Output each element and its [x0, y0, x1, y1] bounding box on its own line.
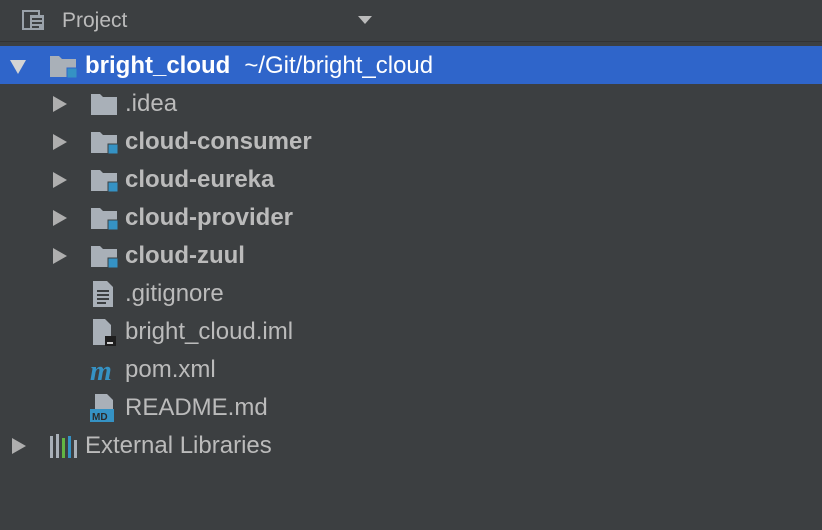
root-path: ~/Git/bright_cloud: [244, 52, 434, 79]
tree-label: .idea: [125, 90, 178, 117]
tree-item-idea[interactable]: .idea: [0, 84, 822, 122]
root-name: bright_cloud: [85, 52, 231, 79]
tree-label: cloud-zuul: [125, 242, 245, 269]
module-folder-icon: [91, 246, 119, 269]
svg-text:m: m: [90, 356, 112, 384]
tree-item-external-libraries[interactable]: External Libraries: [0, 426, 822, 464]
expand-right-arrow-icon[interactable]: [53, 96, 67, 112]
expand-right-arrow-icon[interactable]: [53, 248, 67, 264]
tree-label: .gitignore: [125, 280, 224, 307]
project-header[interactable]: Project: [0, 0, 822, 42]
tree-item-cloud-provider[interactable]: cloud-provider: [0, 198, 822, 236]
tree-item-cloud-zuul[interactable]: cloud-zuul: [0, 236, 822, 274]
expand-down-arrow-icon[interactable]: [10, 60, 26, 74]
expand-right-arrow-icon[interactable]: [12, 438, 26, 454]
expand-right-arrow-icon[interactable]: [53, 134, 67, 150]
tree-item-gitignore[interactable]: .gitignore: [0, 274, 822, 312]
tree-label: README.md: [125, 394, 268, 421]
tree-label: pom.xml: [125, 356, 216, 383]
module-folder-icon: [91, 170, 119, 193]
tree-item-cloud-consumer[interactable]: cloud-consumer: [0, 122, 822, 160]
project-title: Project: [62, 9, 128, 32]
project-tree: bright_cloud ~/Git/bright_cloud .idea clo…: [0, 46, 822, 464]
maven-icon: m: [90, 356, 112, 384]
module-folder-icon: [91, 208, 119, 231]
tree-label: cloud-provider: [125, 204, 294, 231]
project-view-icon: [22, 10, 44, 30]
tree-label: bright_cloud.iml: [125, 318, 294, 345]
module-folder-icon: [50, 56, 78, 79]
svg-text:MD: MD: [92, 412, 108, 422]
expand-right-arrow-icon[interactable]: [53, 172, 67, 188]
tree-label: bright_cloud ~/Git/bright_cloud: [85, 52, 433, 80]
expand-right-arrow-icon[interactable]: [53, 210, 67, 226]
dropdown-caret-icon[interactable]: [358, 16, 372, 24]
libraries-icon: [50, 434, 77, 458]
module-folder-icon: [91, 132, 119, 155]
markdown-file-icon: MD: [90, 394, 114, 422]
folder-icon: [91, 94, 117, 115]
iml-file-icon: [93, 319, 116, 346]
tree-label: External Libraries: [85, 432, 272, 459]
tree-item-iml[interactable]: bright_cloud.iml: [0, 312, 822, 350]
tree-label: cloud-consumer: [125, 128, 312, 155]
tree-item-cloud-eureka[interactable]: cloud-eureka: [0, 160, 822, 198]
tree-root-bright-cloud[interactable]: bright_cloud ~/Git/bright_cloud: [0, 46, 822, 84]
project-tool-window: Project bright_cloud ~/Git/bright_cloud .…: [0, 0, 822, 530]
tree-item-readme[interactable]: MD README.md: [0, 388, 822, 426]
text-file-icon: [93, 281, 113, 307]
tree-label: cloud-eureka: [125, 166, 275, 193]
tree-item-pom[interactable]: m pom.xml: [0, 350, 822, 388]
